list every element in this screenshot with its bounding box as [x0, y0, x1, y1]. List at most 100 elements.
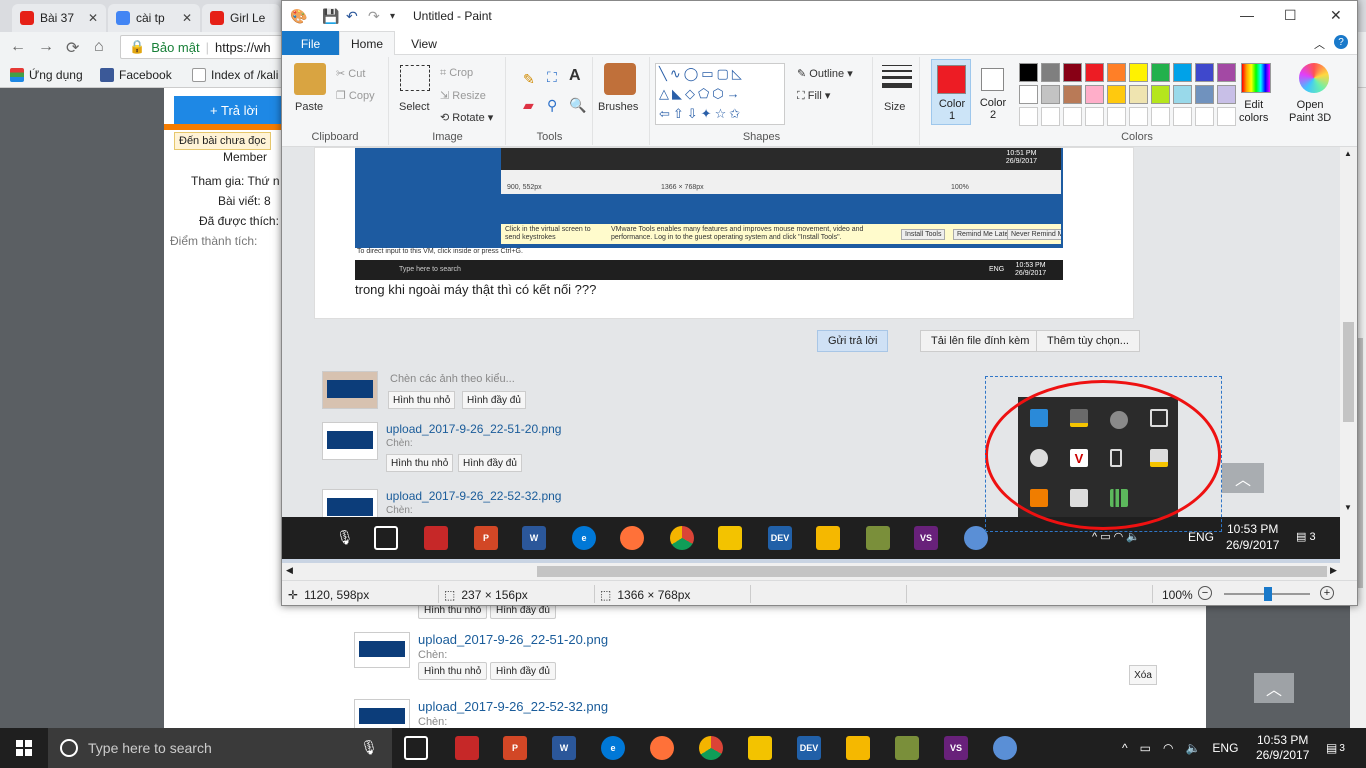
- palette-swatch[interactable]: [1019, 85, 1038, 104]
- snipping-app-icon[interactable]: [455, 736, 479, 760]
- open-paint3d-button[interactable]: Open Paint 3D: [1289, 99, 1331, 125]
- forward-icon[interactable]: →: [38, 38, 54, 56]
- edit-colors-icon[interactable]: [1241, 63, 1271, 93]
- palette-swatch[interactable]: [1173, 63, 1192, 82]
- close-icon[interactable]: ✕: [182, 11, 192, 25]
- start-button[interactable]: [0, 728, 48, 768]
- palette-swatch[interactable]: [1041, 85, 1060, 104]
- minimize-button[interactable]: —: [1240, 7, 1254, 23]
- eraser-icon[interactable]: ▰: [523, 97, 534, 114]
- bookmark-facebook[interactable]: Facebook: [100, 68, 172, 82]
- scroll-to-top-button[interactable]: ︿: [1254, 673, 1294, 703]
- paint-icon[interactable]: [993, 736, 1017, 760]
- reply-button[interactable]: + Trả lời: [174, 96, 294, 124]
- scrollbar-thumb[interactable]: [537, 566, 1327, 577]
- taskbar-search-box[interactable]: Type here to search 🎙: [48, 728, 392, 768]
- text-icon[interactable]: A: [569, 67, 581, 85]
- palette-swatch[interactable]: [1217, 85, 1236, 104]
- paint3d-icon[interactable]: [1299, 63, 1329, 93]
- palette-swatch[interactable]: [1041, 63, 1060, 82]
- chrome-icon[interactable]: [699, 736, 723, 760]
- palette-swatch[interactable]: [1151, 85, 1170, 104]
- palette-swatch[interactable]: [1063, 85, 1082, 104]
- magnifier-icon[interactable]: 🔍: [569, 97, 586, 114]
- collapse-ribbon-icon[interactable]: ︿: [1314, 36, 1325, 52]
- language-indicator[interactable]: ENG: [1212, 741, 1238, 755]
- canvas-vertical-scrollbar[interactable]: ▲ ▼: [1340, 147, 1357, 563]
- fill-bucket-icon[interactable]: ⛶: [547, 69, 557, 86]
- outline-dropdown[interactable]: ✎ Outline ▾: [797, 67, 853, 80]
- firefox-icon[interactable]: [650, 736, 674, 760]
- zoom-slider-thumb[interactable]: [1264, 587, 1272, 601]
- tab-home[interactable]: Home: [339, 31, 395, 56]
- microphone-icon[interactable]: 🎙: [360, 739, 378, 756]
- word-icon[interactable]: W: [552, 736, 576, 760]
- select-icon[interactable]: [400, 65, 430, 91]
- scrollbar-thumb[interactable]: [1343, 322, 1354, 422]
- color1-button[interactable]: Color 1: [931, 59, 971, 125]
- delete-button[interactable]: Xóa: [1129, 665, 1157, 685]
- color2-button[interactable]: Color 2: [975, 59, 1013, 125]
- custom-color-slot[interactable]: [1151, 107, 1170, 126]
- upload-filename[interactable]: upload_2017-9-26_22-52-32.png: [418, 699, 608, 714]
- chevron-up-icon[interactable]: ^: [1122, 741, 1128, 755]
- palette-swatch[interactable]: [1107, 85, 1126, 104]
- line-width-icon[interactable]: [882, 65, 912, 88]
- pencil-icon[interactable]: ✎: [523, 71, 535, 88]
- size-button[interactable]: Size: [884, 101, 905, 113]
- rotate-button[interactable]: ⟲ Rotate ▾: [440, 111, 493, 124]
- wifi-icon[interactable]: ◠: [1163, 741, 1173, 755]
- palette-swatch[interactable]: [1173, 85, 1192, 104]
- resize-button[interactable]: ⇲ Resize: [440, 89, 486, 102]
- scroll-right-icon[interactable]: ▶: [1330, 565, 1337, 576]
- custom-color-slot[interactable]: [1085, 107, 1104, 126]
- edge-icon[interactable]: e: [601, 736, 625, 760]
- palette-swatch[interactable]: [1129, 85, 1148, 104]
- palette-swatch[interactable]: [1107, 63, 1126, 82]
- quick-access-dropdown-icon[interactable]: ▾: [390, 11, 395, 22]
- tab-youtube-2[interactable]: Girl Le: [202, 4, 280, 32]
- copy-button[interactable]: ❐ Copy: [336, 89, 375, 102]
- color-picker-icon[interactable]: ⚲: [547, 97, 557, 114]
- home-icon[interactable]: ⌂: [94, 38, 104, 56]
- custom-color-slot[interactable]: [1129, 107, 1148, 126]
- tab-google[interactable]: cài tp ✕: [108, 4, 200, 32]
- shape-gallery[interactable]: ╲∿◯▭▢◺ △◣◇⬠⬡→ ⇦⇧⇩✦☆✩: [655, 63, 785, 125]
- back-icon[interactable]: ←: [10, 38, 26, 56]
- save-icon[interactable]: 💾: [322, 8, 339, 25]
- bookmark-apps[interactable]: Ứng dụng: [10, 68, 83, 82]
- scroll-left-icon[interactable]: ◀: [286, 565, 293, 576]
- palette-swatch[interactable]: [1085, 85, 1104, 104]
- brushes-button[interactable]: Brushes: [598, 101, 638, 113]
- maximize-button[interactable]: ☐: [1284, 7, 1297, 24]
- crop-button[interactable]: ⌗ Crop: [440, 67, 473, 80]
- palette-swatch[interactable]: [1195, 63, 1214, 82]
- task-view-icon[interactable]: [404, 736, 428, 760]
- close-icon[interactable]: ✕: [88, 11, 98, 25]
- tab-view[interactable]: View: [400, 31, 448, 56]
- custom-color-slot[interactable]: [1173, 107, 1192, 126]
- paste-button[interactable]: Paste: [295, 101, 323, 113]
- paste-icon[interactable]: [294, 63, 326, 95]
- file-explorer-icon[interactable]: [748, 736, 772, 760]
- brush-icon[interactable]: [604, 63, 636, 95]
- custom-color-slot[interactable]: [1107, 107, 1126, 126]
- custom-color-slot[interactable]: [1041, 107, 1060, 126]
- custom-color-slot[interactable]: [1019, 107, 1038, 126]
- zoom-in-button[interactable]: +: [1320, 586, 1334, 600]
- edit-colors-button[interactable]: Edit colors: [1239, 99, 1268, 125]
- help-icon[interactable]: ?: [1334, 35, 1348, 49]
- palette-swatch[interactable]: [1217, 63, 1236, 82]
- thumb-full-button[interactable]: Hình đầy đủ: [490, 662, 556, 680]
- vmware-icon[interactable]: [846, 736, 870, 760]
- cut-button[interactable]: ✂ Cut: [336, 67, 365, 80]
- file-menu-tab[interactable]: File: [282, 31, 339, 56]
- palette-swatch[interactable]: [1195, 85, 1214, 104]
- palette-swatch[interactable]: [1085, 63, 1104, 82]
- custom-color-slot[interactable]: [1063, 107, 1082, 126]
- zoom-slider[interactable]: [1224, 587, 1310, 601]
- tab-youtube-1[interactable]: Bài 37 ✕: [12, 4, 106, 32]
- canvas-area[interactable]: 10:51 PM 26/9/2017 900, 552px 1366 × 768p…: [282, 147, 1340, 563]
- undo-icon[interactable]: ↶: [346, 8, 358, 25]
- palette-swatch[interactable]: [1063, 63, 1082, 82]
